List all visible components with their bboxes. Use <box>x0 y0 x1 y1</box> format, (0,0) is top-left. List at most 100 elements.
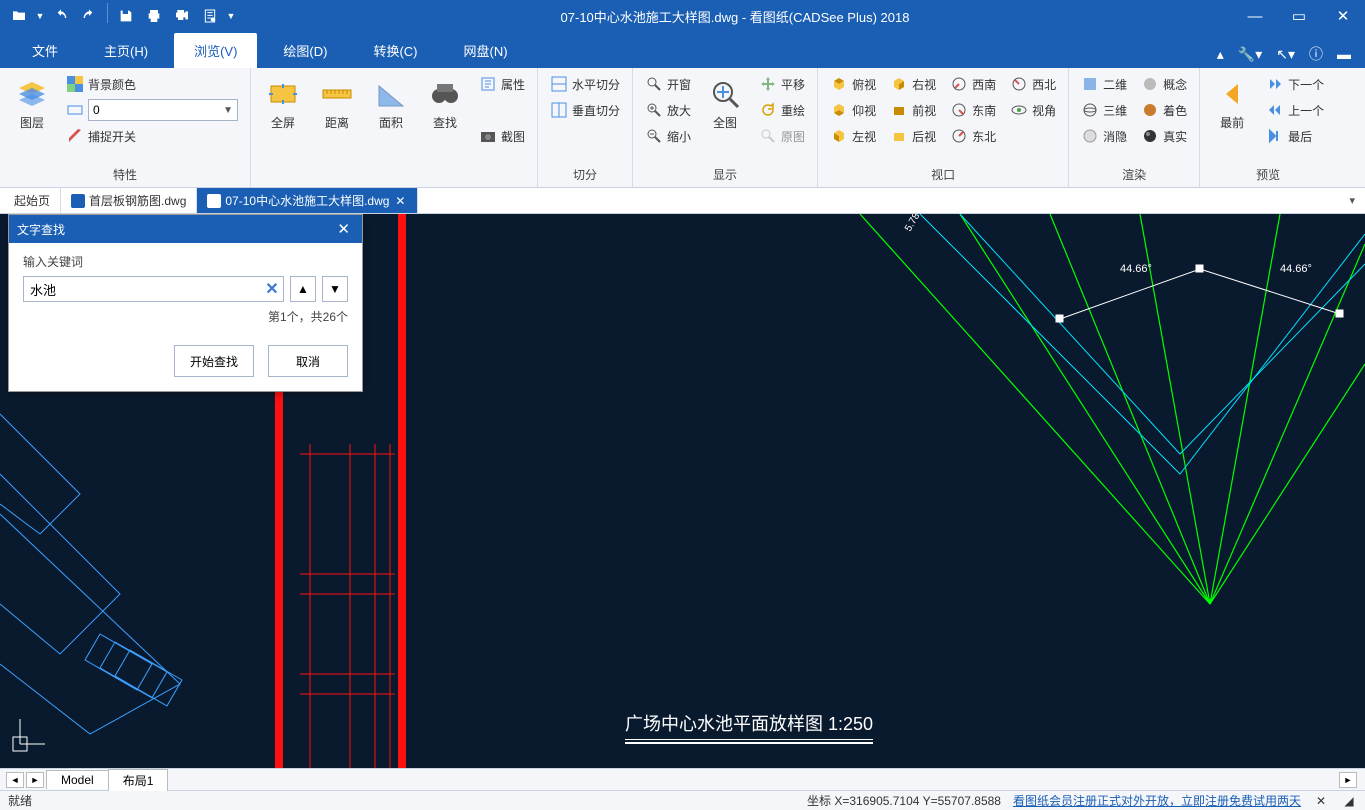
hide-button[interactable]: 消隐 <box>1077 124 1131 148</box>
layer-combo[interactable]: 0▼ <box>88 99 238 121</box>
top-view-button[interactable]: 俯视 <box>826 72 880 96</box>
zoom-in-button[interactable]: 放大 <box>641 98 695 122</box>
3d-button[interactable]: 三维 <box>1077 98 1131 122</box>
nw-view-button[interactable]: 西北 <box>1006 72 1060 96</box>
collapse-ribbon-icon[interactable]: ▴ <box>1213 42 1228 67</box>
screenshot-button[interactable]: 截图 <box>475 124 529 148</box>
hsplit-button[interactable]: 水平切分 <box>546 72 624 96</box>
drawing-canvas[interactable]: 44.66° 44.66° 5.78 广场中心水池平面放样图 1:250 文字查… <box>0 214 1365 768</box>
redo-icon[interactable] <box>76 3 102 29</box>
front-view-button[interactable]: 前视 <box>886 98 940 122</box>
settings-icon[interactable]: 🔧▾ <box>1234 42 1266 67</box>
tab-scroll-left[interactable]: ◄ <box>6 772 24 788</box>
clear-input-icon[interactable]: ✕ <box>260 277 284 301</box>
menu-netdisk[interactable]: 网盘(N) <box>444 33 528 68</box>
open-icon[interactable] <box>6 3 32 29</box>
model-tab[interactable]: Model <box>46 770 109 789</box>
tabs-overflow-icon[interactable]: ▾ <box>1339 190 1365 211</box>
layer-button[interactable]: 图层 <box>8 72 56 135</box>
find-dialog-title[interactable]: 文字查找 ✕ <box>9 215 362 243</box>
snap-icon <box>66 127 84 145</box>
hscroll-right[interactable]: ► <box>1339 772 1357 788</box>
eye-icon <box>1010 101 1028 119</box>
ribbon-group-label: 预览 <box>1208 164 1328 187</box>
menu-home[interactable]: 主页(H) <box>84 33 168 68</box>
fullscreen-button[interactable]: 全屏 <box>259 72 307 135</box>
iso-view-button[interactable]: 视角 <box>1006 98 1060 122</box>
find-button[interactable]: 查找 <box>421 72 469 135</box>
find-prev-button[interactable]: ▲ <box>290 276 316 302</box>
doctab-file2[interactable]: 07-10中心水池施工大样图.dwg✕ <box>197 188 418 213</box>
print-icon[interactable] <box>141 3 167 29</box>
back-view-button[interactable]: 后视 <box>886 124 940 148</box>
close-button[interactable]: ✕ <box>1321 0 1365 32</box>
next-button[interactable]: 下一个 <box>1262 72 1328 96</box>
right-view-button[interactable]: 右视 <box>886 72 940 96</box>
find-cancel-button[interactable]: 取消 <box>268 345 348 377</box>
find-input[interactable] <box>23 276 284 302</box>
doctab-file1[interactable]: 首层板钢筋图.dwg <box>61 188 197 213</box>
status-link[interactable]: 看图纸会员注册正式对外开放，立即注册免费试用两天 <box>1013 792 1301 809</box>
qat-dropdown[interactable]: ▼ <box>225 3 237 29</box>
find-start-button[interactable]: 开始查找 <box>174 345 254 377</box>
bg-color-button[interactable]: 背景颜色 <box>62 72 242 96</box>
status-resize-icon[interactable]: ◢ <box>1341 793 1357 809</box>
maximize-button[interactable]: ▭ <box>1277 0 1321 32</box>
se-view-button[interactable]: 东南 <box>946 98 1000 122</box>
help-icon[interactable]: ▬ <box>1333 42 1355 66</box>
open-dropdown[interactable]: ▼ <box>34 3 46 29</box>
layer-combo-icon <box>66 101 84 119</box>
last-button[interactable]: 最后 <box>1262 124 1328 148</box>
area-button[interactable]: 面积 <box>367 72 415 135</box>
layout-tab[interactable]: 布局1 <box>108 769 169 791</box>
window-zoom-button[interactable]: 开窗 <box>641 72 695 96</box>
zoom-out-button[interactable]: 缩小 <box>641 124 695 148</box>
close-tab-icon[interactable]: ✕ <box>393 194 407 208</box>
original-button[interactable]: 原图 <box>755 124 809 148</box>
snap-button[interactable]: 捕捉开关 <box>62 124 242 148</box>
extents-icon <box>707 76 743 112</box>
menu-draw[interactable]: 绘图(D) <box>263 33 347 68</box>
batch-print-icon[interactable] <box>169 3 195 29</box>
ribbon: 图层 背景颜色 0▼ 捕捉开关 特性 全屏 距离 面积 查找 属性 . 截图 <box>0 68 1365 188</box>
pan-button[interactable]: 平移 <box>755 72 809 96</box>
sw-view-button[interactable]: 西南 <box>946 72 1000 96</box>
2d-button[interactable]: 二维 <box>1077 72 1131 96</box>
find-next-button[interactable]: ▼ <box>322 276 348 302</box>
distance-button[interactable]: 距离 <box>313 72 361 135</box>
menu-view[interactable]: 浏览(V) <box>174 33 257 68</box>
minimize-button[interactable]: — <box>1233 0 1277 32</box>
info-icon[interactable]: ⓘ <box>1305 40 1327 68</box>
redraw-button[interactable]: 重绘 <box>755 98 809 122</box>
real-button[interactable]: 真实 <box>1137 124 1191 148</box>
doctab-start[interactable]: 起始页 <box>4 188 61 213</box>
compass-sw-icon <box>950 75 968 93</box>
menu-file[interactable]: 文件 <box>12 33 78 68</box>
shade-button[interactable]: 着色 <box>1137 98 1191 122</box>
cursor-icon[interactable]: ↖▾ <box>1272 42 1299 67</box>
prev-button[interactable]: 上一个 <box>1262 98 1328 122</box>
concept-button[interactable]: 概念 <box>1137 72 1191 96</box>
vsplit-button[interactable]: 垂直切分 <box>546 98 624 122</box>
extents-button[interactable]: 全图 <box>701 72 749 135</box>
ne-view-button[interactable]: 东北 <box>946 124 1000 148</box>
save-icon[interactable] <box>113 3 139 29</box>
menu-convert[interactable]: 转换(C) <box>353 33 437 68</box>
cube-bottom-icon <box>830 101 848 119</box>
area-icon <box>373 76 409 112</box>
recent-button[interactable]: 最前 <box>1208 72 1256 135</box>
left-view-button[interactable]: 左视 <box>826 124 880 148</box>
tab-scroll-right[interactable]: ► <box>26 772 44 788</box>
bottom-view-button[interactable]: 仰视 <box>826 98 880 122</box>
layer-label: 图层 <box>20 114 44 131</box>
ribbon-group-label: 切分 <box>546 164 624 187</box>
file-icon <box>71 194 85 208</box>
undo-icon[interactable] <box>48 3 74 29</box>
preview-icon[interactable] <box>197 3 223 29</box>
status-close-icon[interactable]: ✕ <box>1313 793 1329 809</box>
close-dialog-icon[interactable]: ✕ <box>333 220 354 238</box>
next-icon <box>1266 75 1284 93</box>
properties-button[interactable]: 属性 <box>475 72 529 96</box>
layout-tabs: ◄ ► Model 布局1 ► <box>0 768 1365 790</box>
ribbon-group-label: 显示 <box>641 164 809 187</box>
